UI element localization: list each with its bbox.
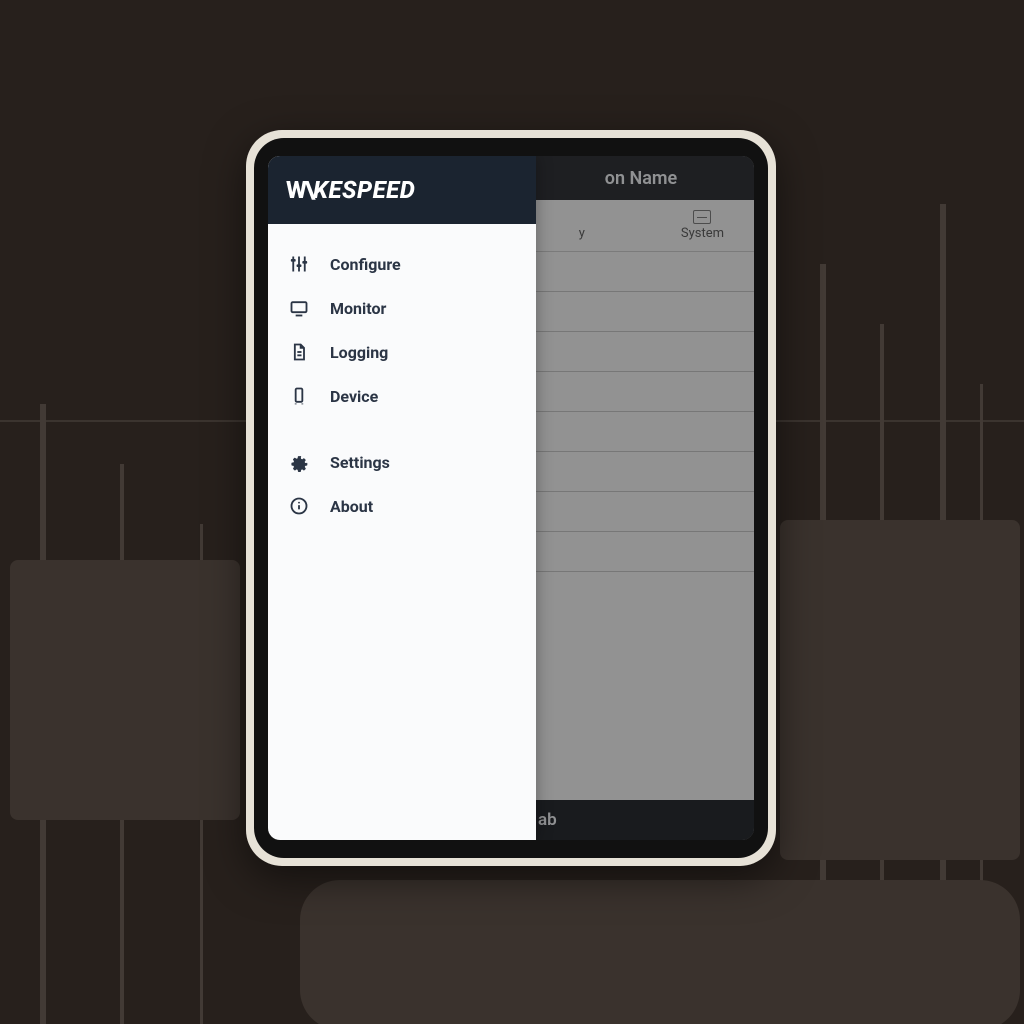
monitor-icon — [288, 297, 310, 319]
brand-logo: W\WAKESPEEDKESPEED — [286, 176, 415, 204]
screen: on Name y System — [268, 156, 754, 840]
menu-item-logging[interactable]: Logging — [268, 330, 536, 374]
menu-label: Logging — [330, 343, 388, 362]
gear-icon — [288, 451, 310, 473]
device-icon — [288, 385, 310, 407]
menu-item-device[interactable]: Device — [268, 374, 536, 418]
menu-item-monitor[interactable]: Monitor — [268, 286, 536, 330]
menu-label: Device — [330, 387, 378, 406]
menu-label: Settings — [330, 453, 390, 472]
drawer-menu: Configure Monitor Logging — [268, 224, 536, 546]
menu-item-configure[interactable]: Configure — [268, 242, 536, 286]
navigation-drawer: W\WAKESPEEDKESPEED Configure M — [268, 156, 536, 840]
sliders-icon — [288, 253, 310, 275]
menu-label: Monitor — [330, 299, 386, 318]
menu-item-settings[interactable]: Settings — [268, 440, 536, 484]
file-icon — [288, 341, 310, 363]
menu-label: Configure — [330, 255, 401, 274]
menu-item-about[interactable]: About — [268, 484, 536, 528]
tablet-frame: on Name y System — [246, 130, 776, 866]
info-icon — [288, 495, 310, 517]
drawer-header: W\WAKESPEEDKESPEED — [268, 156, 536, 224]
menu-label: About — [330, 497, 373, 516]
